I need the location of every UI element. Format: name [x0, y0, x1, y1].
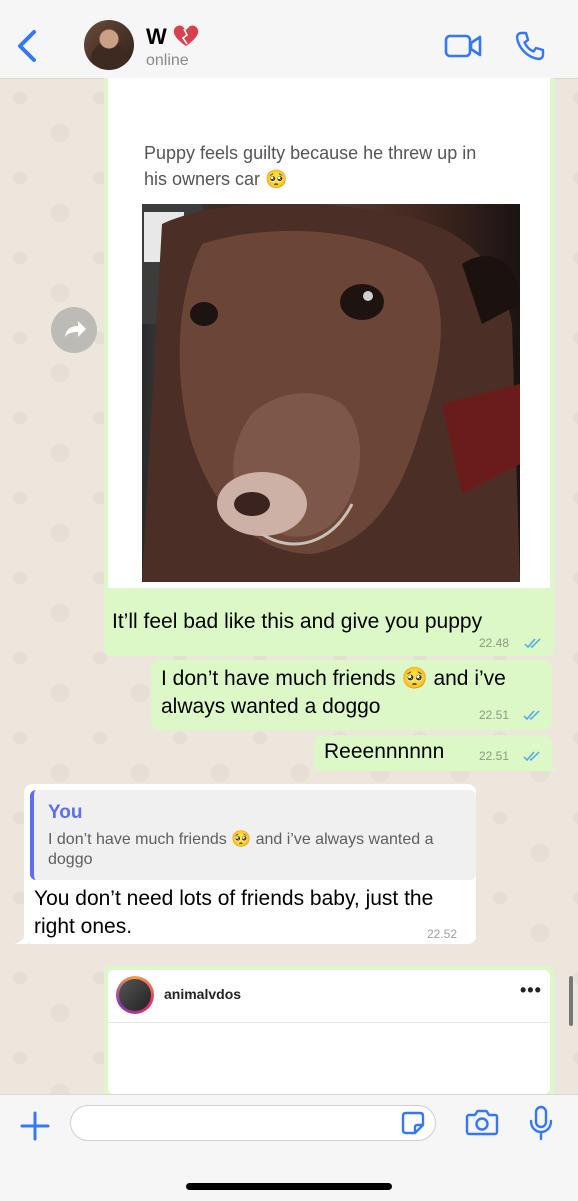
message-text: You don’t need lots of friends baby, jus… — [34, 887, 434, 938]
back-chevron-icon[interactable] — [12, 28, 42, 64]
read-ticks-icon — [523, 710, 540, 721]
message-time: 22.51 — [479, 708, 510, 722]
quote-text: I don’t have much friends 🥺 and i’ve alw… — [48, 831, 434, 868]
sticker-icon[interactable] — [400, 1110, 426, 1136]
message-text: It’ll feel bad like this and give you pu… — [112, 610, 483, 633]
account-name[interactable]: animalvdos — [164, 986, 241, 1002]
message-input[interactable] — [70, 1105, 436, 1141]
post-preview-card[interactable]: Puppy feels guilty because he threw up i… — [108, 78, 550, 588]
quote-author: You — [48, 802, 83, 823]
divider — [108, 1022, 550, 1023]
scrollbar[interactable] — [569, 976, 573, 1026]
forward-icon — [65, 321, 86, 337]
outgoing-media-message[interactable]: Puppy feels guilty because he threw up i… — [104, 78, 554, 656]
forward-button[interactable] — [51, 307, 97, 353]
account-avatar — [116, 976, 154, 1014]
more-options-icon[interactable]: ••• — [520, 980, 542, 1001]
dog-photo[interactable] — [142, 204, 520, 582]
outgoing-message[interactable]: I don’t have much friends 🥺 and i’ve alw… — [151, 660, 552, 730]
bubble-tail — [546, 757, 560, 771]
phone-icon[interactable] — [514, 30, 546, 62]
heart-icon — [173, 25, 199, 46]
quoted-message[interactable]: You I don’t have much friends 🥺 and i’ve… — [30, 790, 476, 880]
message-time: 22.48 — [479, 636, 510, 650]
camera-icon[interactable] — [465, 1108, 499, 1136]
post-caption: Puppy feels guilty because he threw up i… — [144, 143, 477, 189]
read-ticks-icon — [524, 638, 541, 649]
contact-status: online — [146, 52, 189, 69]
instagram-post-card[interactable]: animalvdos ••• — [108, 970, 550, 1094]
contact-avatar[interactable] — [84, 20, 134, 70]
dog-illustration — [142, 204, 520, 582]
composer-bar — [0, 1094, 578, 1201]
chat-header: W online — [0, 0, 578, 79]
message-time: 22.52 — [427, 927, 458, 941]
plus-icon[interactable] — [18, 1109, 52, 1143]
outgoing-message[interactable]: Reeennnnnn 22.51 — [314, 735, 560, 771]
message-time: 22.51 — [479, 749, 510, 763]
outgoing-media-message[interactable]: animalvdos ••• — [104, 966, 554, 1094]
mic-icon[interactable] — [528, 1105, 554, 1141]
read-ticks-icon — [523, 751, 540, 762]
home-indicator[interactable] — [186, 1183, 392, 1190]
message-text: Reeennnnnn — [324, 740, 445, 763]
contact-name[interactable]: W — [146, 24, 167, 50]
bubble-tail — [14, 930, 28, 944]
video-call-icon[interactable] — [444, 33, 482, 59]
